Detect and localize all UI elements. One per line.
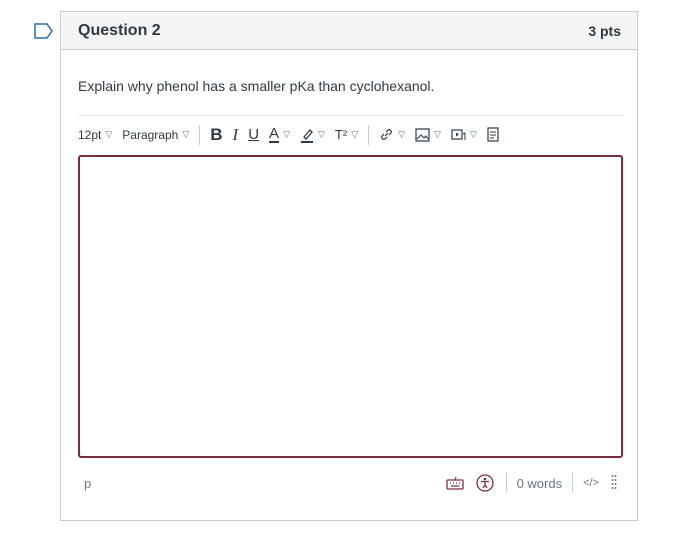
question-card: Question 2 3 pts Explain why phenol has …	[60, 11, 638, 521]
keyboard-shortcuts-button[interactable]	[445, 476, 464, 490]
question-points: 3 pts	[588, 22, 621, 39]
question-header: Question 2 3 pts	[61, 12, 637, 50]
status-divider	[505, 473, 507, 493]
underline-button[interactable]: U	[248, 116, 259, 153]
chevron-down-icon: ▽	[283, 129, 290, 139]
question-title: Question 2	[78, 21, 161, 39]
question-text: Explain why phenol has a smaller pKa tha…	[78, 78, 435, 94]
link-icon	[381, 129, 392, 140]
media-button[interactable]: ▽	[451, 116, 477, 153]
image-button[interactable]: ▽	[415, 116, 441, 153]
superscript-icon: T²	[334, 127, 348, 142]
highlight-icon	[300, 128, 313, 143]
toolbar-divider	[368, 124, 370, 145]
font-color-button[interactable]: A ▽	[269, 116, 290, 153]
block-format-value: Paragraph	[122, 127, 179, 142]
chevron-down-icon: ▽	[434, 129, 441, 139]
chevron-down-icon: ▽	[105, 129, 113, 139]
chevron-down-icon: ▽	[182, 129, 190, 139]
keyboard-icon	[445, 476, 464, 490]
font-size-select[interactable]: 12pt ▽	[78, 116, 112, 153]
font-size-value: 12pt	[78, 127, 102, 142]
chevron-down-icon: ▽	[469, 129, 477, 139]
document-button[interactable]	[487, 116, 499, 153]
image-icon	[415, 127, 430, 142]
word-count[interactable]: 0 words	[517, 476, 563, 491]
accessibility-checker-button[interactable]	[475, 474, 494, 492]
link-button[interactable]: ▽	[379, 116, 405, 153]
highlight-color-button[interactable]: ▽	[300, 116, 325, 153]
status-divider	[572, 473, 574, 493]
superscript-button[interactable]: T² ▽	[335, 116, 358, 153]
editor-toolbar: 12pt ▽ Paragraph ▽ B I U A ▽ ▽ T² ▽ ▽ ▽ …	[78, 115, 623, 153]
resize-handle-icon[interactable]	[611, 474, 617, 493]
font-color-icon: A	[269, 124, 280, 143]
document-icon	[487, 127, 499, 142]
media-icon	[451, 128, 466, 140]
html-editor-toggle[interactable]: </>	[583, 477, 599, 489]
bold-button[interactable]: B	[210, 116, 222, 153]
editor-statusbar: p 0 words </>	[78, 468, 623, 498]
chevron-down-icon: ▽	[351, 129, 359, 139]
bold-icon: B	[210, 124, 223, 144]
toolbar-divider	[199, 124, 201, 145]
block-format-select[interactable]: Paragraph ▽	[122, 116, 189, 153]
accessibility-icon	[475, 474, 494, 492]
underline-icon: U	[248, 126, 260, 143]
element-path[interactable]: p	[84, 476, 446, 491]
italic-button[interactable]: I	[233, 116, 239, 153]
chevron-down-icon: ▽	[398, 129, 406, 139]
flag-question-icon[interactable]	[34, 23, 54, 39]
answer-editor[interactable]	[78, 155, 623, 458]
italic-icon: I	[232, 124, 239, 144]
chevron-down-icon: ▽	[317, 129, 325, 139]
